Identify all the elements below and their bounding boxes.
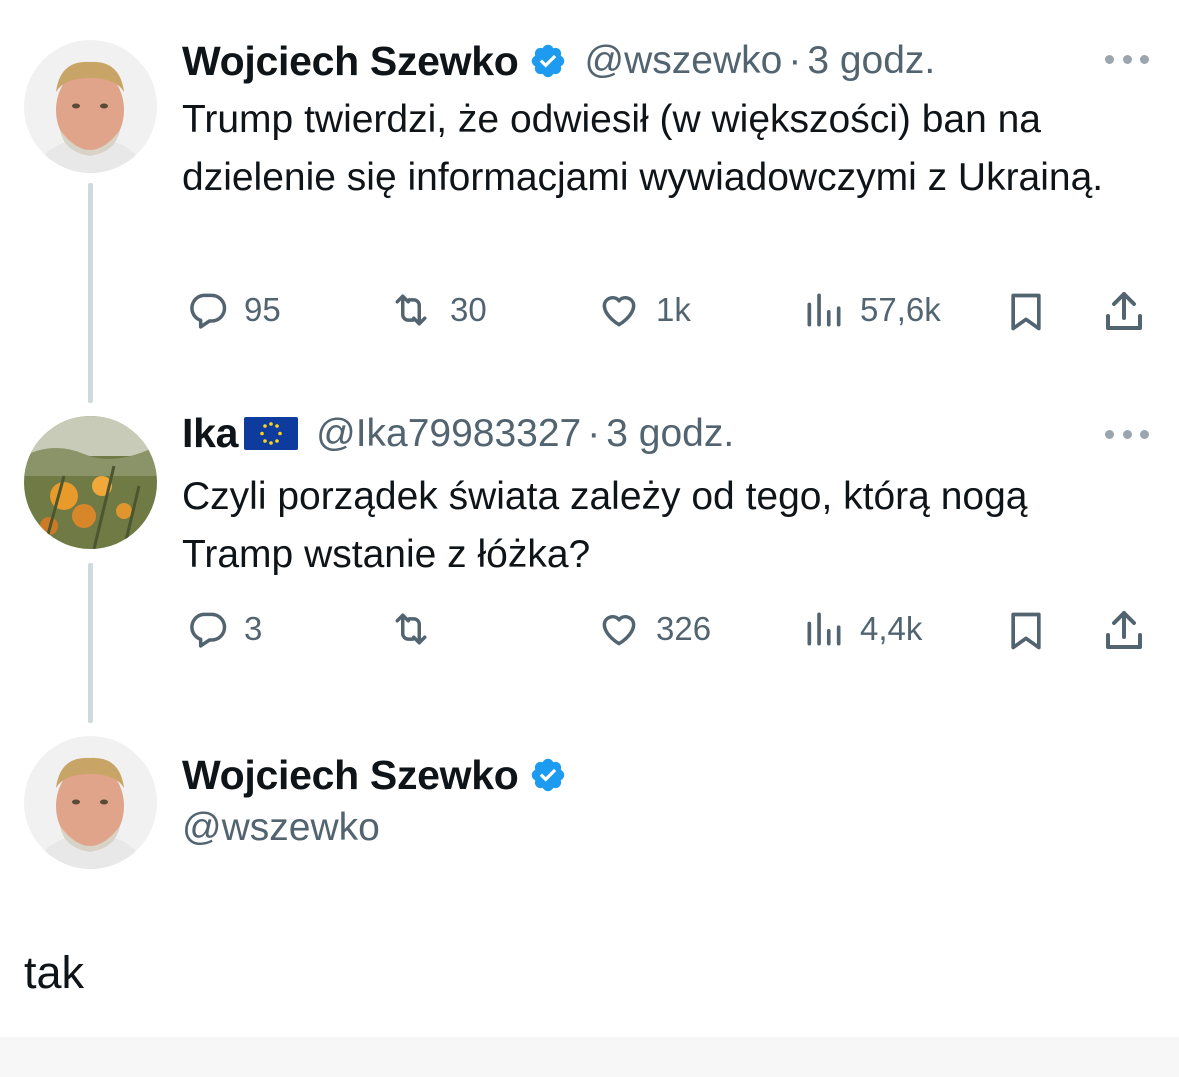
retweet-icon [395,294,427,326]
reply-count: 3 [244,610,263,647]
view-count: 57,6k [860,291,941,328]
view-count: 4,4k [860,610,923,647]
heart-icon [602,296,636,327]
reply-icon [190,612,227,648]
thread-line [88,183,93,403]
like-button[interactable]: 1k [596,288,691,332]
tweet-actions: 3 326 4,4k [182,607,1147,657]
heart-icon [602,615,636,646]
reply-text[interactable]: tak [24,947,84,999]
tweet-actions: 95 30 1k 57,6k [182,288,1147,338]
author-handle[interactable]: @Ika79983327 [316,412,581,456]
eu-flag-icon [244,417,299,450]
bookmark-button[interactable] [1004,607,1048,655]
like-count: 1k [656,291,691,328]
bookmark-icon [1011,293,1041,331]
author-handle[interactable]: @wszewko [182,806,380,850]
thread-line [88,563,93,723]
tweet-header: Wojciech Szewko @wszewko · 3 godz. [182,36,935,86]
retweet-button[interactable] [386,607,450,651]
verified-badge-icon [529,42,567,80]
avatar[interactable] [24,736,157,869]
composer-header: Wojciech Szewko [182,750,567,800]
retweet-icon [395,613,427,645]
share-icon [1106,611,1142,649]
timestamp[interactable]: 3 godz. [606,412,734,456]
reply-icon [190,293,227,329]
separator-dot: · [788,39,802,82]
timestamp[interactable]: 3 godz. [807,39,935,83]
reply-count: 95 [244,291,281,328]
like-button[interactable]: 326 [596,607,711,651]
avatar[interactable] [24,40,157,173]
bookmark-button[interactable] [1004,288,1048,336]
analytics-icon [807,293,841,327]
retweet-count: 30 [450,291,487,328]
views-button[interactable]: 4,4k [802,607,922,651]
more-options-icon[interactable] [1105,428,1149,440]
avatar[interactable] [24,416,157,549]
reply-button[interactable]: 95 [186,288,281,332]
analytics-icon [807,612,841,646]
retweet-button[interactable]: 30 [386,288,487,332]
separator-dot: · [587,411,601,455]
bottom-bar [0,1037,1179,1077]
tweet-header: Ika @Ika79983327 · 3 godz. [182,410,734,457]
author-name[interactable]: Wojciech Szewko [182,38,519,85]
share-button[interactable] [1100,607,1148,655]
views-button[interactable]: 57,6k [802,288,941,332]
share-icon [1106,292,1142,330]
share-button[interactable] [1100,288,1148,336]
bookmark-icon [1011,612,1041,650]
verified-badge-icon [529,756,567,794]
like-count: 326 [656,610,712,647]
reply-button[interactable]: 3 [186,607,262,651]
author-name[interactable]: Wojciech Szewko [182,752,519,799]
more-options-icon[interactable] [1105,53,1149,65]
tweet-text: Trump twierdzi, że odwiesił (w większośc… [182,98,1104,199]
author-name[interactable]: Ika [182,410,238,457]
author-handle[interactable]: @wszewko [585,39,783,83]
tweet-text: Czyli porządek świata zależy od tego, kt… [182,475,1028,576]
